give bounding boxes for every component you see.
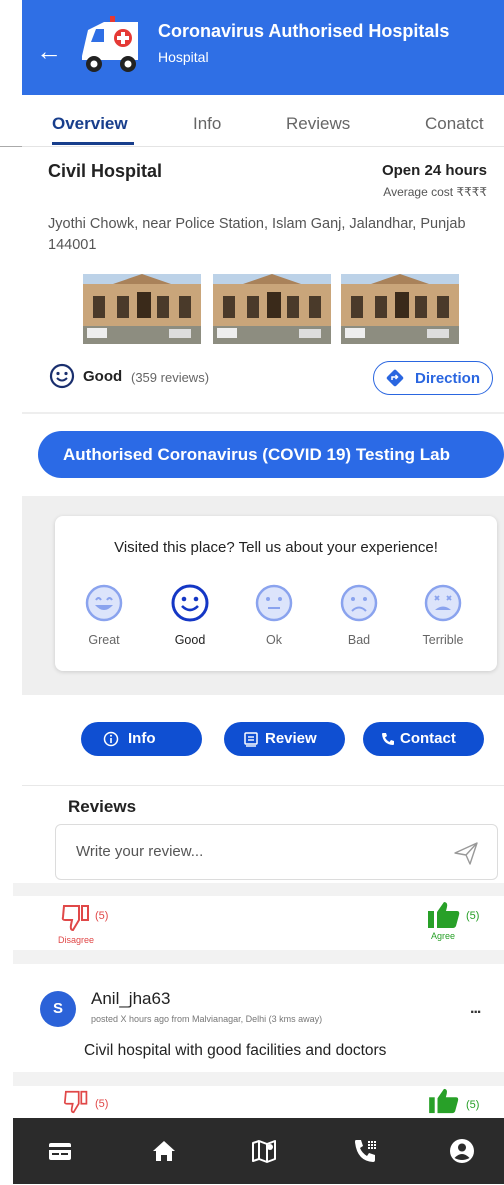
- hospital-photo[interactable]: [213, 274, 331, 344]
- agree-label: Agree: [431, 931, 456, 941]
- avatar[interactable]: S: [40, 991, 76, 1027]
- review-icon: [244, 732, 258, 747]
- experience-question: Visited this place? Tell us about your e…: [114, 539, 438, 556]
- divider: [13, 1072, 504, 1086]
- map-icon[interactable]: [249, 1136, 279, 1166]
- divider: [22, 785, 504, 786]
- info-icon: [103, 731, 119, 747]
- review-comment: Civil hospital with good facilities and …: [84, 1042, 387, 1059]
- average-cost: Average cost ₹₹₹₹: [383, 185, 487, 199]
- review-count: (359 reviews): [131, 370, 210, 385]
- back-arrow-icon[interactable]: ←: [36, 38, 62, 64]
- experience-card: Visited this place? Tell us about your e…: [55, 516, 497, 671]
- active-tab-indicator: [52, 142, 134, 145]
- terrible-label: Terrible: [422, 633, 464, 647]
- hospital-name: Civil Hospital: [48, 161, 163, 181]
- contact-button[interactable]: Contact: [363, 722, 484, 756]
- review-button-label: Review: [265, 730, 317, 747]
- reviews-heading: Reviews: [68, 797, 137, 816]
- rating-label: Good: [83, 368, 123, 385]
- tab-bar: Overview Info Reviews Conatct: [22, 95, 504, 147]
- review-button[interactable]: Review: [224, 722, 345, 756]
- send-icon[interactable]: [453, 840, 479, 866]
- page-subtitle: Hospital: [158, 49, 209, 65]
- bad-label: Bad: [347, 633, 371, 647]
- opening-hours: Open 24 hours: [381, 162, 487, 179]
- tab-overview[interactable]: Overview: [52, 114, 128, 134]
- good-face-icon[interactable]: [170, 583, 210, 623]
- divider: [13, 883, 504, 896]
- info-button[interactable]: Info: [81, 722, 202, 756]
- thumbs-up-icon[interactable]: [427, 901, 461, 929]
- profile-icon[interactable]: [447, 1136, 477, 1166]
- good-label: Good: [174, 633, 206, 647]
- page-title: Coronavirus Authorised Hospitals: [158, 21, 450, 41]
- direction-button[interactable]: Direction: [373, 361, 493, 395]
- divider: [13, 950, 504, 964]
- ok-label: Ok: [266, 633, 282, 647]
- home-icon[interactable]: [149, 1136, 179, 1166]
- vote-row: (5) (5): [13, 1088, 504, 1118]
- review-posted-info: posted X hours ago from Malvianagar, Del…: [91, 1014, 323, 1024]
- thumbs-up-icon[interactable]: [427, 1088, 461, 1114]
- covid-testing-lab-label: Authorised Coronavirus (COVID 19) Testin…: [63, 445, 450, 464]
- tab-reviews[interactable]: Reviews: [286, 114, 350, 134]
- review-username[interactable]: Anil_jha63: [91, 989, 170, 1009]
- bottom-navigation: [13, 1118, 504, 1184]
- app-header: ← Coronavirus Authorised Hospitals Hospi…: [22, 0, 504, 95]
- terrible-face-icon[interactable]: [423, 583, 463, 623]
- direction-label: Direction: [415, 370, 481, 387]
- disagree-count: (5): [95, 1098, 109, 1110]
- card-icon[interactable]: [45, 1136, 75, 1166]
- smile-icon: [49, 363, 75, 389]
- phone-icon[interactable]: [351, 1136, 381, 1166]
- thumbs-down-icon[interactable]: [61, 1090, 93, 1114]
- ambulance-icon: [82, 16, 138, 72]
- disagree-label: Disagree: [58, 935, 95, 945]
- review-input[interactable]: [76, 843, 436, 860]
- divider: [22, 412, 504, 414]
- review-input-box: [55, 824, 498, 880]
- hospital-photo[interactable]: [341, 274, 459, 344]
- vote-row: (5) Disagree (5) Agree: [13, 901, 504, 949]
- tab-contact[interactable]: Conatct: [425, 114, 484, 134]
- phone-icon: [382, 733, 394, 745]
- great-face-icon[interactable]: [84, 583, 124, 623]
- bad-face-icon[interactable]: [339, 583, 379, 623]
- thumbs-down-icon[interactable]: [61, 904, 93, 932]
- more-options-button[interactable]: ...: [470, 1000, 481, 1018]
- great-label: Great: [88, 633, 120, 647]
- covid-testing-lab-button[interactable]: Authorised Coronavirus (COVID 19) Testin…: [38, 431, 504, 478]
- tab-info[interactable]: Info: [193, 114, 221, 134]
- hospital-address: Jyothi Chowk, near Police Station, Islam…: [48, 216, 466, 253]
- divider: [0, 146, 22, 147]
- ok-face-icon[interactable]: [254, 583, 294, 623]
- directions-icon: [386, 369, 404, 387]
- hospital-photo[interactable]: [83, 274, 201, 344]
- contact-button-label: Contact: [400, 730, 456, 747]
- agree-count: (5): [466, 1099, 480, 1111]
- agree-count: (5): [466, 910, 480, 922]
- disagree-count: (5): [95, 910, 109, 922]
- info-button-label: Info: [128, 730, 156, 747]
